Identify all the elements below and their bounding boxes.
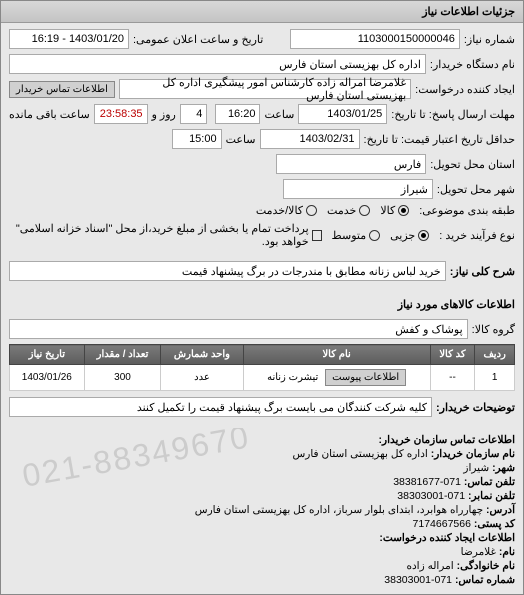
cell-unit: عدد [161,365,243,391]
buyer-contact-button[interactable]: اطلاعات تماس خریدار [9,81,115,98]
cell-date: 1403/01/26 [10,365,85,391]
goods-info-title: اطلاعات كالاهای مورد نیاز [1,292,523,313]
checkbox-icon [312,230,322,241]
th-code: کد کالا [430,345,475,365]
goods-table: ردیف کد کالا نام کالا واحد شمارش تعداد /… [9,344,515,391]
table-header-row: ردیف کد کالا نام کالا واحد شمارش تعداد /… [10,345,515,365]
need-number-label: شماره نیاز: [464,33,515,46]
cell-row: 1 [475,365,515,391]
radio-dot-icon [398,205,409,216]
radio-dot-icon [369,230,380,241]
buyer-org-label: نام دستگاه خریدار: [430,58,515,71]
creator-family: امراله زاده [406,560,453,572]
purchase-type-label: نوع فرآیند خرید : [439,229,515,242]
contact-phone: 071-38381677 [393,476,461,488]
goods-group-field: پوشاک و کفش [9,319,468,339]
need-number-field: 1103000150000046 [290,29,460,49]
radio-goods-service[interactable]: کالا/خدمت [256,204,317,217]
announce-label: تاریخ و ساعت اعلان عمومی: [133,33,263,46]
contact-org: اداره کل بهزیستی استان فارس [292,448,427,460]
price-validity-label: حداقل تاریخ اعتبار قیمت: تا تاریخ: [364,133,515,146]
buyer-notes-field: کلیه شرکت کنندگان می بایست برگ پیشنهاد ق… [9,397,432,417]
th-unit: واحد شمارش [161,345,243,365]
panel-header: جزئیات اطلاعات نیاز [1,1,523,23]
contact-title: اطلاعات تماس سازمان خریدار: [9,434,515,446]
radio-service[interactable]: خدمت [327,204,370,217]
th-row: ردیف [475,345,515,365]
buyer-org-field: اداره کل بهزیستی استان فارس [9,54,426,74]
price-validity-time: 15:00 [172,129,222,149]
cell-name: اطلاعات پیوست تیشرت زنانه [243,365,430,391]
treasury-checkbox[interactable]: پرداخت تمام یا بخشی از مبلغ خرید،از محل … [9,222,322,248]
subject-category-label: طبقه بندی موضوعی: [419,204,515,217]
remaining-time-label: ساعت باقی مانده [9,108,90,121]
price-validity-time-label: ساعت [226,133,256,146]
creator-name-label: نام: [499,546,515,558]
th-qty: تعداد / مقدار [84,345,161,365]
radio-dot-icon [359,205,370,216]
need-details-panel: جزئیات اطلاعات نیاز شماره نیاز: 11030001… [0,0,524,595]
price-validity-date: 1403/02/31 [260,129,360,149]
goods-name: تیشرت زنانه [267,372,318,383]
cell-qty: 300 [84,365,161,391]
deadline-reply-time-label: ساعت [264,108,294,121]
contact-postal: 7174667566 [413,518,471,530]
radio-goods-service-label: کالا/خدمت [256,204,303,217]
contact-org-label: نام سازمان خریدار: [431,448,515,460]
requester-label: ایجاد کننده درخواست: [415,83,515,96]
delivery-province-label: استان محل تحویل: [430,158,515,171]
remaining-days: 4 [180,104,208,124]
need-title-label: شرح کلی نیاز: [450,265,515,278]
contact-fax: 071-38303001 [397,490,465,502]
radio-service-label: خدمت [327,204,356,217]
form-body: شماره نیاز: 1103000150000046 تاریخ و ساع… [1,23,523,292]
radio-medium[interactable]: متوسط [332,229,381,242]
creator-title: اطلاعات ایجاد کننده درخواست: [9,532,515,544]
th-name: نام کالا [243,345,430,365]
radio-minor-label: جزیی [390,229,415,242]
radio-dot-icon [306,205,317,216]
radio-minor[interactable]: جزیی [390,229,429,242]
radio-goods-label: کالا [380,204,395,217]
delivery-city-label: شهر محل تحویل: [437,183,515,196]
announce-field: 1403/01/20 - 16:19 [9,29,129,49]
contact-phone-label: تلفن تماس: [464,476,515,488]
radio-medium-label: متوسط [332,229,367,242]
remaining-time: 23:58:35 [94,104,148,124]
deadline-reply-date: 1403/01/25 [298,104,387,124]
purchase-note: پرداخت تمام یا بخشی از مبلغ خرید،از محل … [9,222,309,248]
table-row[interactable]: 1 -- اطلاعات پیوست تیشرت زنانه عدد 300 1… [10,365,515,391]
radio-dot-icon [418,230,429,241]
contact-city: شیراز [463,462,489,474]
cell-code: -- [430,365,475,391]
contact-address: چهارراه هوابرد، ابتدای بلوار سرباز، ادار… [195,504,483,516]
requester-field: غلامرضا امراله زاده کارشناس امور پیشگیری… [119,79,411,99]
th-date: تاریخ نیاز [10,345,85,365]
delivery-city-field: شیراز [283,179,433,199]
contact-address-label: آدرس: [486,504,515,516]
creator-family-label: نام خانوادگی: [457,560,515,572]
radio-goods[interactable]: کالا [380,204,409,217]
delivery-province-field: فارس [276,154,426,174]
buyer-notes-label: توضیحات خریدار: [436,401,515,414]
remaining-days-label: روز و [152,108,176,121]
attachment-button[interactable]: اطلاعات پیوست [325,369,406,386]
contact-block: 021-88349670 اطلاعات تماس سازمان خریدار:… [1,428,523,594]
need-title-field: خرید لباس زنانه مطابق با مندرجات در برگ … [9,261,446,281]
goods-group-label: گروه کالا: [472,323,515,336]
creator-name: غلامرضا [461,546,496,558]
deadline-reply-label: مهلت ارسال پاسخ: تا تاریخ: [391,108,515,121]
contact-fax-label: تلفن نمابر: [468,490,515,502]
deadline-reply-time: 16:20 [215,104,260,124]
contact-postal-label: کد پستی: [474,518,515,530]
contact-city-label: شهر: [492,462,515,474]
